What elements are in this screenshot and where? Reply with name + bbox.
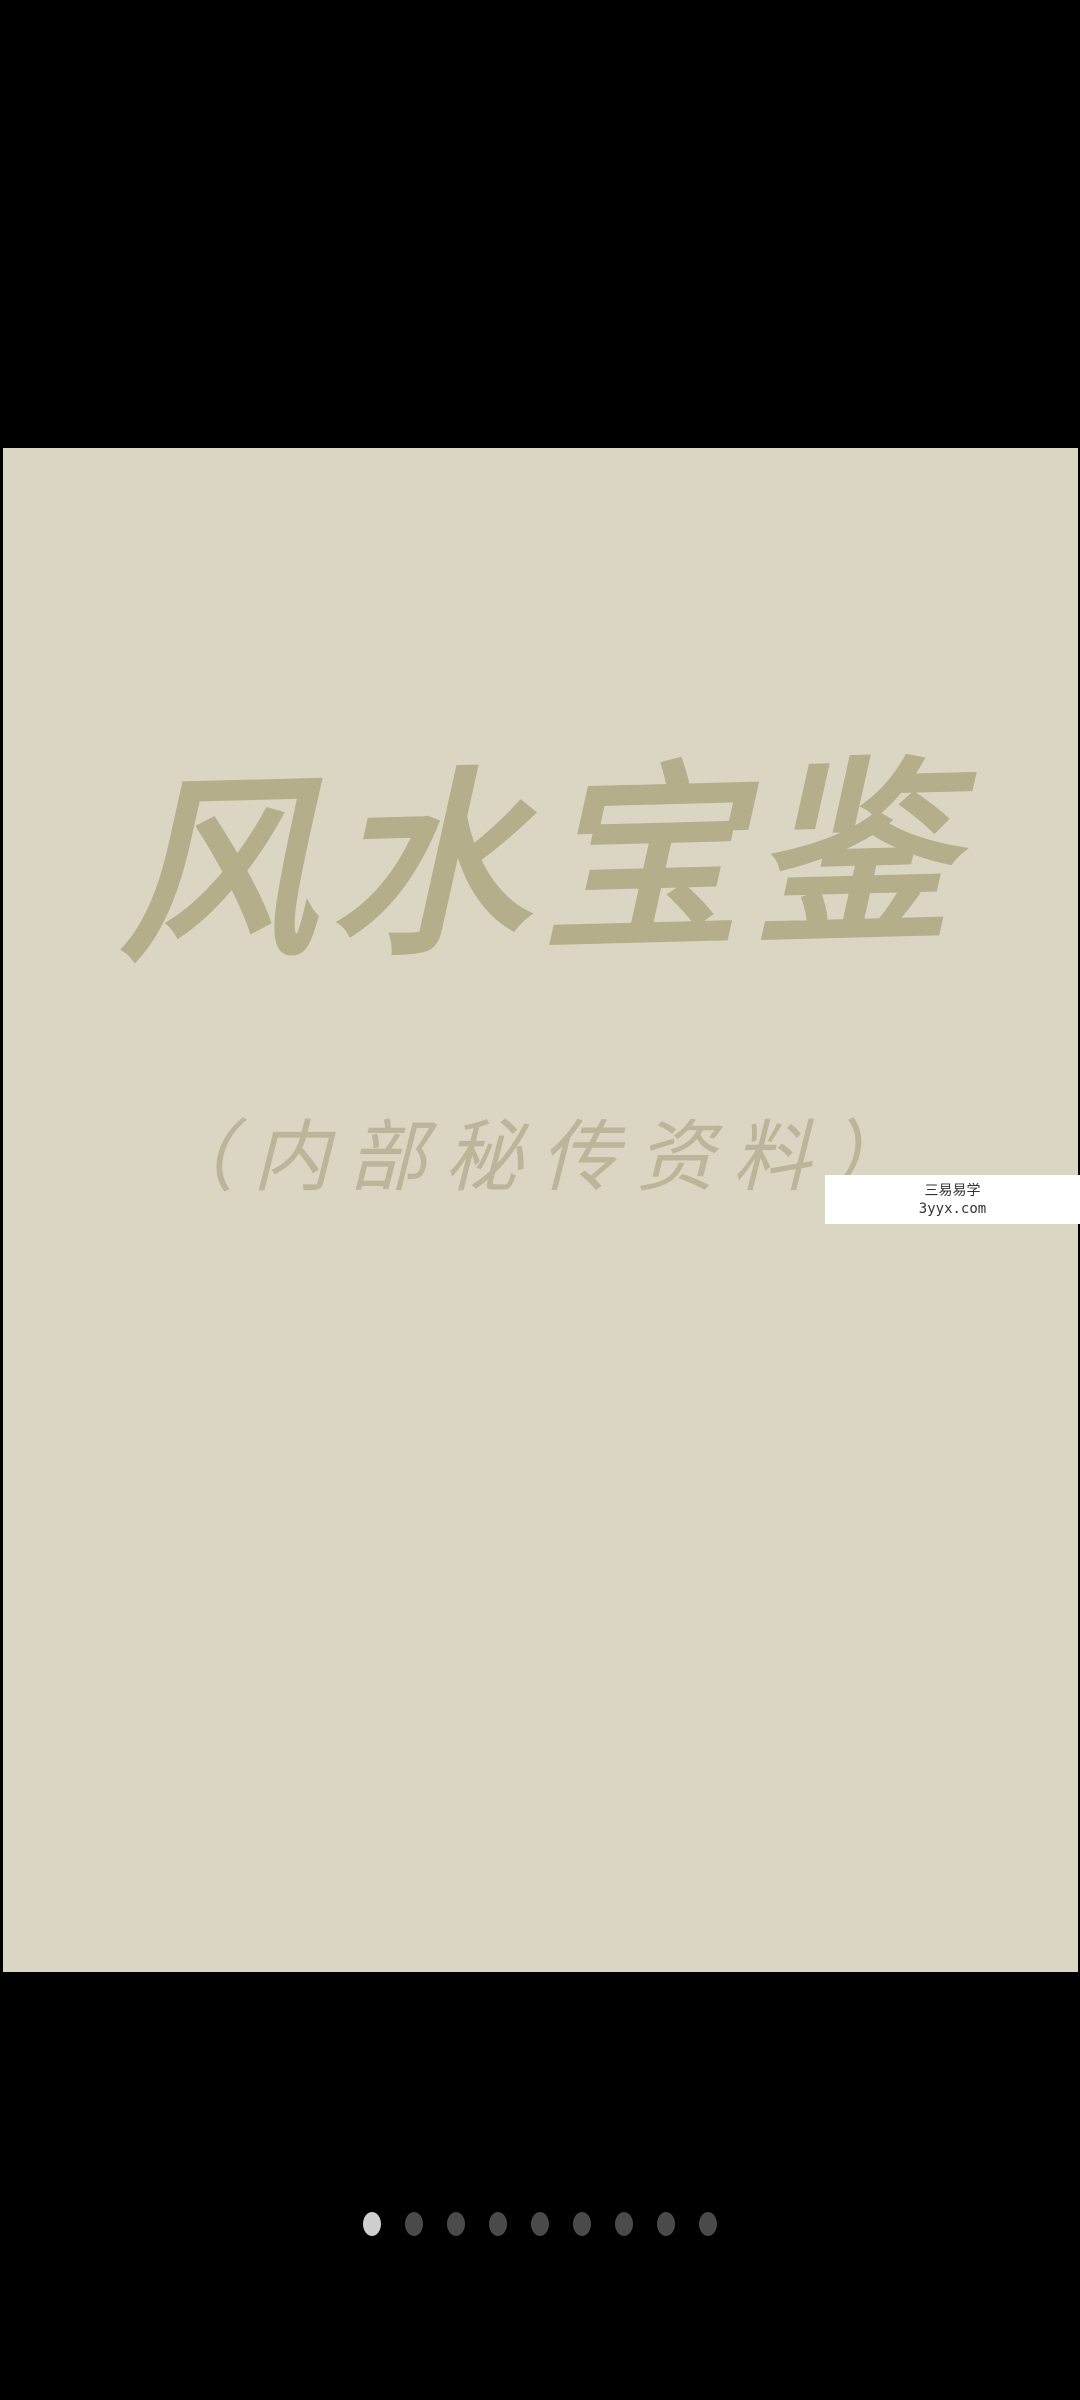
page-dot-8[interactable] — [657, 2212, 675, 2236]
watermark-line-1: 三易易学 — [924, 1182, 981, 1199]
watermark-badge: 三易易学 3yyx.com — [825, 1175, 1080, 1224]
page-dot-9[interactable] — [699, 2212, 717, 2236]
book-title: 风水宝鉴 — [113, 734, 968, 991]
page-dot-4[interactable] — [489, 2212, 507, 2236]
page-dot-5[interactable] — [531, 2212, 549, 2236]
page-indicator — [0, 2208, 1080, 2240]
page-dot-6[interactable] — [573, 2212, 591, 2236]
watermark-line-2: 3yyx.com — [918, 1200, 987, 1217]
page-dot-7[interactable] — [615, 2212, 633, 2236]
page-dot-3[interactable] — [447, 2212, 465, 2236]
page-dot-1[interactable] — [363, 2212, 381, 2236]
page-dot-2[interactable] — [405, 2212, 423, 2236]
image-viewer[interactable]: 风水宝鉴 （内部秘传资料） 三易易学 3yyx.com — [0, 0, 1080, 2400]
